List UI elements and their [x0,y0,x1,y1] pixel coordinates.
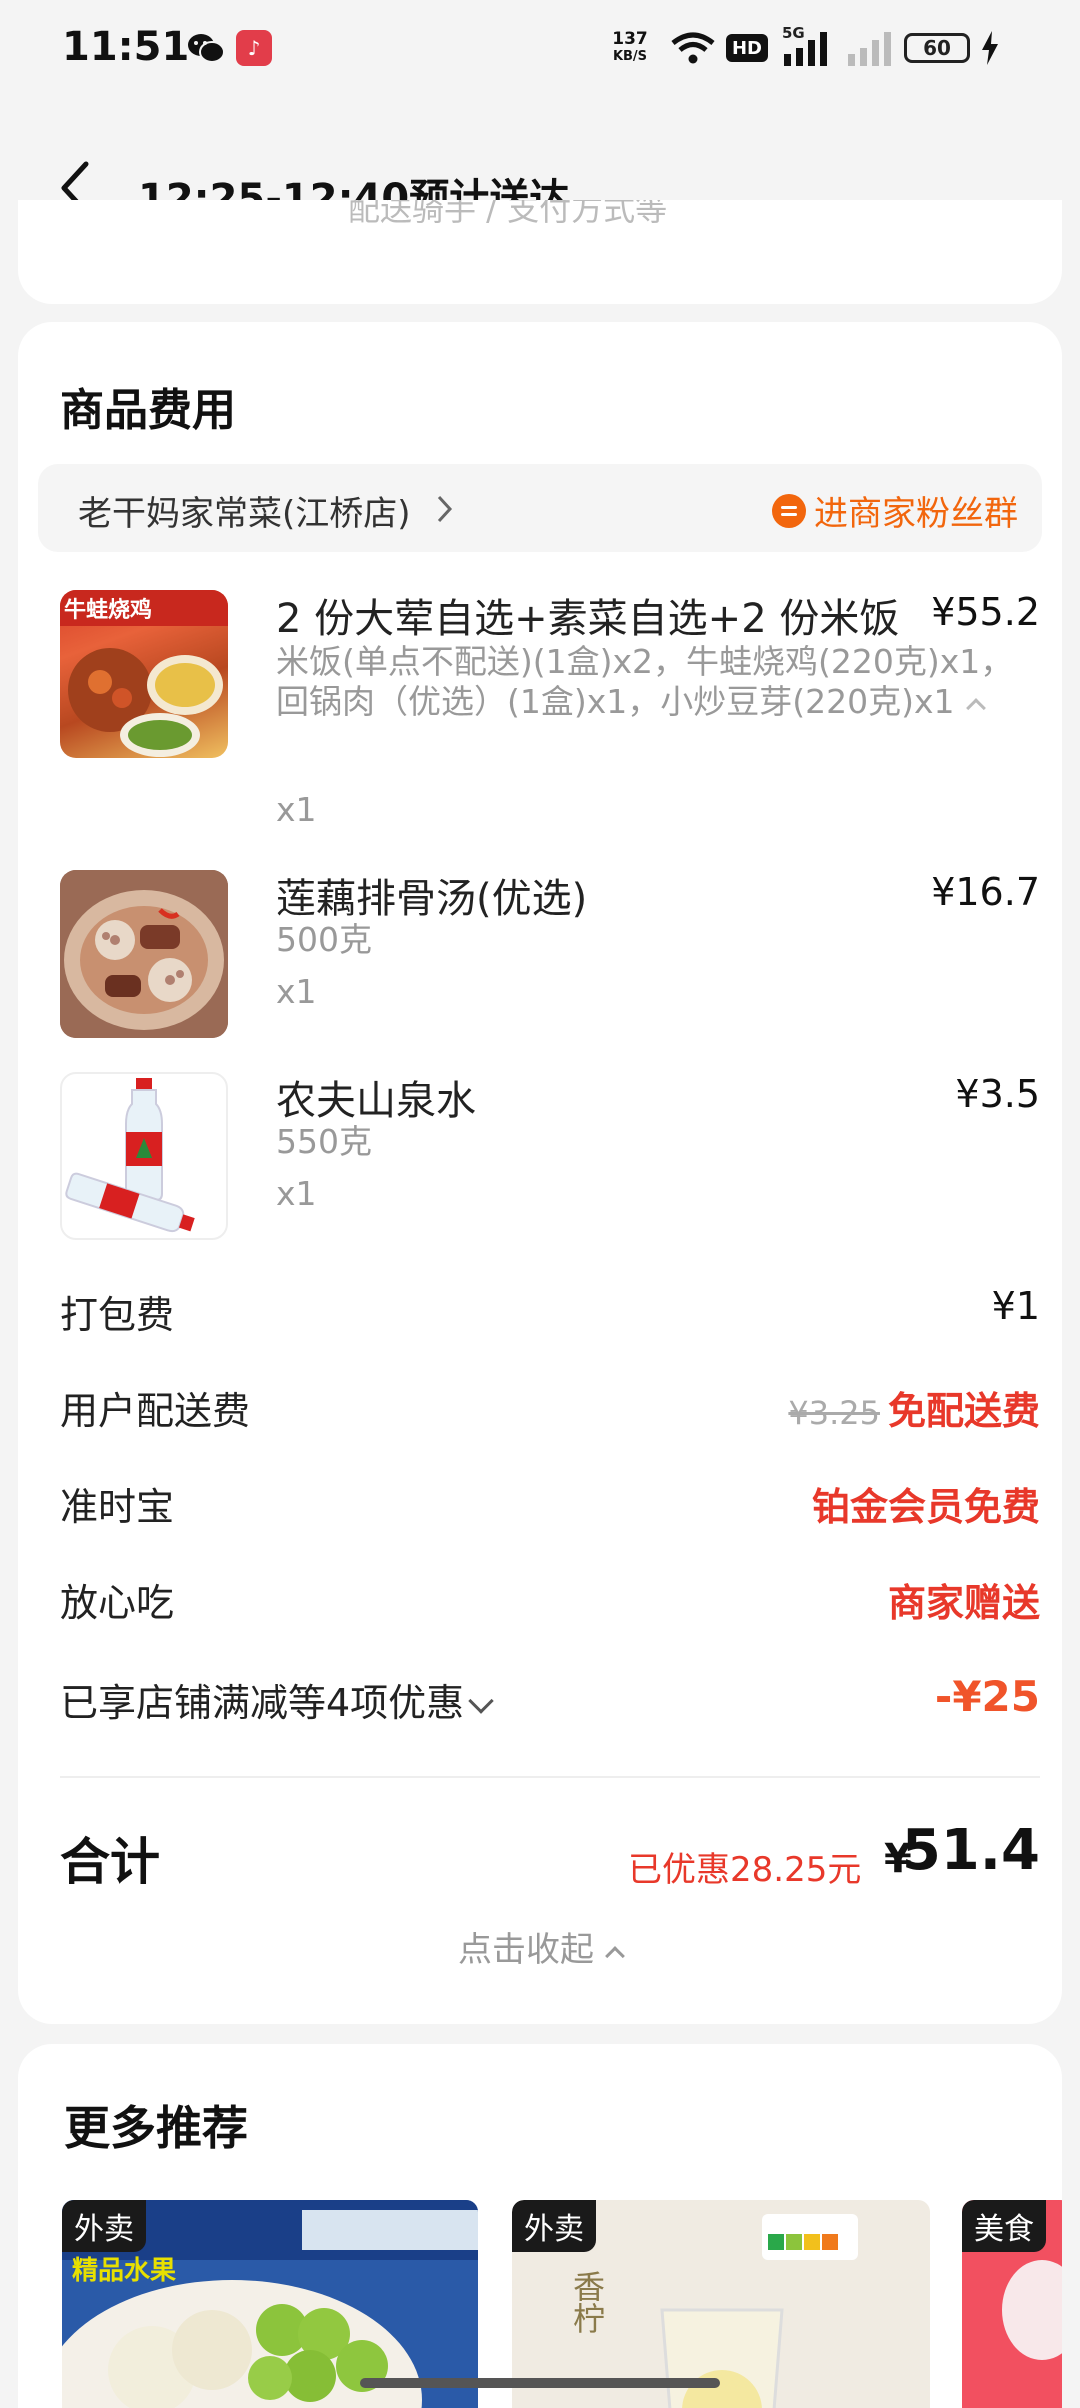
ontime-row: 准时宝 铂金会员免费 [60,1476,1040,1536]
tile-caption: 精品水果 [72,2256,177,2286]
recommend-title: 更多推荐 [64,2101,248,2155]
chat-icon [772,493,806,528]
status-time: 11:51 [62,24,190,70]
wifi-icon [668,30,718,66]
fee-label: 放心吃 [60,1581,175,1625]
order-item[interactable]: 农夫山泉水 ¥3.5 550克 x1 [60,1072,1040,1242]
chevron-right-icon [436,494,454,524]
collapse-button[interactable]: 点击收起 [18,1922,1062,1971]
fee-value: ¥3.25 免配送费 [788,1380,1040,1435]
network-label: 5G [782,24,805,42]
charging-icon [978,30,1002,66]
fee-value: 铂金会员免费 [811,1485,1040,1529]
safe-eat-row: 放心吃 商家赠送 [60,1572,1040,1632]
fee-value: ¥1 [991,1284,1040,1328]
food-thumbnail [60,870,228,1038]
fee-label: 用户配送费 [60,1389,251,1433]
chevron-up-icon [605,1946,625,1966]
total-label: 合计 [60,1833,160,1891]
thumbnail-caption: 牛蛙烧鸡 [64,598,153,623]
net-speed-unit: KB/S [612,49,648,64]
wechat-icon [186,30,226,66]
water-bottle-thumbnail [60,1072,228,1240]
food-thumbnail: 牛蛙烧鸡 [60,590,228,758]
divider [60,1776,1040,1778]
order-item[interactable]: 莲藕排骨汤(优选) ¥16.7 500克 x1 [60,870,1040,1040]
item-qty: x1 [276,790,317,829]
fee-label: 打包费 [60,1293,175,1337]
packing-fee-row: 打包费 ¥1 [60,1284,1040,1344]
signal-secondary-icon [846,30,892,66]
tile-caption: 香柠 [568,2270,606,2334]
fans-group-button[interactable]: 进商家粉丝群 [772,486,1018,535]
battery-icon: 60 [904,33,970,63]
discount-value: -¥25 [934,1672,1040,1721]
order-item[interactable]: 牛蛙烧鸡 2 份大荤自选+素菜自选+2 份米饭 ¥55.2 米饭(单点不配送)(… [60,590,1040,830]
original-fee: ¥3.25 [788,1394,880,1432]
tile-badge: 美食 [962,2200,1046,2252]
item-name: 2 份大荤自选+素菜自选+2 份米饭 [276,596,900,642]
free-delivery-label: 免配送费 [887,1389,1040,1433]
discount-row[interactable]: 已享店铺满减等4项优惠 -¥25 [60,1672,1040,1732]
discount-label: 已享店铺满减等4项优惠 [60,1681,465,1725]
item-price: ¥16.7 [931,870,1040,914]
item-desc: 550克 [276,1122,372,1161]
chevron-up-icon[interactable] [965,698,986,718]
recommend-card: 更多推荐 外卖 精品水果 外卖 香柠 美食 [18,2044,1062,2408]
delivery-info-card: 配送骑手 / 支付方式等 [18,200,1062,304]
net-speed-value: 137 [612,29,648,49]
chevron-down-icon [468,1688,494,1714]
tile-badge: 外卖 [62,2200,146,2252]
item-name: 莲藕排骨汤(优选) [276,876,588,922]
home-indicator[interactable] [360,2378,720,2388]
net-speed: 137 KB/S [606,30,654,66]
hd-icon: HD [726,34,768,62]
recommend-tile[interactable]: 美食 [962,2200,1062,2408]
collapse-label: 点击收起 [458,1930,594,1970]
tiktok-icon: ♪ [236,30,272,66]
recommend-tile[interactable]: 外卖 香柠 [512,2200,930,2408]
goods-fee-card: 商品费用 老干妈家常菜(江桥店) 进商家粉丝群 牛蛙烧鸡 2 份大荤自选+素菜自… [18,322,1062,2024]
item-price: ¥3.5 [955,1072,1040,1116]
shop-name[interactable]: 老干妈家常菜(江桥店) [78,486,411,535]
item-qty: x1 [276,1174,317,1213]
item-qty: x1 [276,972,317,1011]
discount-toggle[interactable]: 已享店铺满减等4项优惠 [60,1672,494,1727]
item-name: 农夫山泉水 [276,1078,476,1124]
shop-bar[interactable]: 老干妈家常菜(江桥店) 进商家粉丝群 [38,464,1042,552]
partial-text: 配送骑手 / 支付方式等 [348,200,668,228]
delivery-fee-row: 用户配送费 ¥3.25 免配送费 [60,1380,1040,1440]
status-bar: 11:51 ♪ 137 KB/S HD 5G 60 [0,0,1080,100]
item-desc-text: 米饭(单点不配送)(1盒)x2，牛蛙烧鸡(220克)x1，回锅肉（优选）(1盒)… [276,642,1014,721]
total-amount: 51.4 [901,1818,1040,1883]
section-title: 商品费用 [60,385,236,436]
item-desc: 500克 [276,920,372,959]
item-desc: 米饭(单点不配送)(1盒)x2，牛蛙烧鸡(220克)x1，回锅肉（优选）(1盒)… [276,642,1016,722]
fee-value: 商家赠送 [887,1581,1040,1625]
tile-badge: 外卖 [512,2200,596,2252]
item-price: ¥55.2 [931,590,1040,634]
fee-label: 准时宝 [60,1485,175,1529]
signal-5g-icon: 5G [782,24,834,66]
fans-group-label: 进商家粉丝群 [814,494,1018,534]
saved-amount: 已优惠28.25元 [628,1850,862,1890]
recommend-tile[interactable]: 外卖 精品水果 [62,2200,478,2408]
